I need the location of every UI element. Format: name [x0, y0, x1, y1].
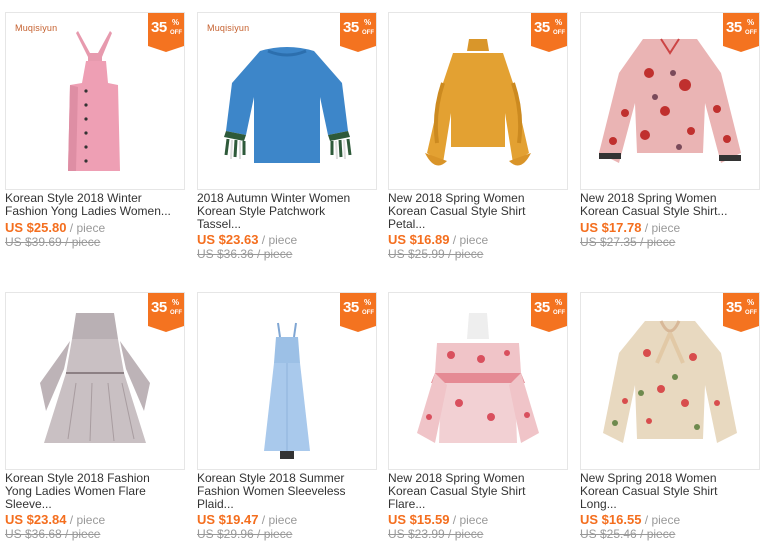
badge-tail	[723, 326, 759, 332]
discount-number: 35	[726, 299, 742, 316]
product-title-link[interactable]: New 2018 Spring Women Korean Casual Styl…	[580, 192, 766, 218]
badge-tail	[723, 46, 759, 52]
discount-percent: %	[747, 298, 755, 307]
product-image[interactable]: 35 % OFF	[5, 292, 185, 470]
discount-off: OFF	[745, 310, 757, 316]
original-price: US $36.36 / piece	[197, 247, 293, 261]
product-image[interactable]: 35 % OFF	[580, 12, 760, 190]
badge-tail	[148, 326, 184, 332]
title-line: Fashion Yong Ladies Women...	[5, 204, 171, 218]
discount-off: OFF	[170, 310, 182, 316]
discount-number: 35	[151, 299, 167, 316]
original-price: US $29.96 / piece	[197, 527, 293, 541]
discount-number: 35	[726, 19, 742, 36]
title-line: Tassel...	[197, 217, 242, 231]
discount-percent: %	[555, 298, 563, 307]
title-line: Sleeve...	[5, 497, 52, 511]
discount-off: OFF	[362, 310, 374, 316]
original-price: US $25.46 / piece	[580, 527, 676, 541]
price-amount: US $17.78	[580, 220, 642, 235]
original-price: US $23.99 / piece	[388, 527, 484, 541]
price-unit: / piece	[66, 221, 106, 235]
price-unit: / piece	[449, 513, 489, 527]
discount-badge: 35 % OFF	[531, 13, 567, 52]
discount-percent: %	[172, 298, 180, 307]
price-unit: / piece	[641, 513, 681, 527]
product-image[interactable]: Muqisiyun 35 % OFF	[5, 12, 185, 190]
discount-badge: 35 % OFF	[723, 13, 759, 52]
discount-off: OFF	[745, 30, 757, 36]
title-line: Long...	[580, 497, 617, 511]
discount-number: 35	[151, 19, 167, 36]
price-unit: / piece	[258, 513, 298, 527]
product-price: US $15.59 / piece	[388, 512, 488, 528]
original-price: US $27.35 / piece	[580, 235, 676, 249]
product-image[interactable]: Muqisiyun 35 % OFF	[197, 12, 377, 190]
product-image[interactable]: 35 % OFF	[388, 292, 568, 470]
discount-badge: 35 % OFF	[531, 293, 567, 332]
brand-label: Muqisiyun	[207, 23, 250, 33]
original-price: US $25.99 / piece	[388, 247, 484, 261]
badge-tail	[148, 46, 184, 52]
discount-percent: %	[364, 18, 372, 27]
product-title-link[interactable]: New 2018 Spring Women Korean Casual Styl…	[388, 472, 574, 511]
price-amount: US $16.89	[388, 232, 450, 247]
product-title-link[interactable]: New Spring 2018 Women Korean Casual Styl…	[580, 472, 766, 511]
discount-off: OFF	[553, 310, 565, 316]
discount-off: OFF	[553, 30, 565, 36]
title-line: Korean Casual Style Shirt...	[580, 204, 728, 218]
product-title-link[interactable]: 2018 Autumn Winter Women Korean Style Pa…	[197, 192, 383, 231]
discount-number: 35	[343, 299, 359, 316]
discount-badge: 35 % OFF	[148, 293, 184, 332]
price-amount: US $25.80	[5, 220, 67, 235]
product-price: US $23.84 / piece	[5, 512, 105, 528]
product-image[interactable]: 35 % OFF	[388, 12, 568, 190]
product-title-link[interactable]: Korean Style 2018 Fashion Yong Ladies Wo…	[5, 472, 191, 511]
product-title-link[interactable]: Korean Style 2018 Winter Fashion Yong La…	[5, 192, 191, 218]
discount-percent: %	[172, 18, 180, 27]
title-line: Plaid...	[197, 497, 234, 511]
product-title-link[interactable]: Korean Style 2018 Summer Fashion Women S…	[197, 472, 383, 511]
product-price: US $17.78 / piece	[580, 220, 680, 236]
title-line: Petal...	[388, 217, 426, 231]
discount-badge: 35 % OFF	[340, 13, 376, 52]
product-price: US $19.47 / piece	[197, 512, 297, 528]
price-amount: US $23.84	[5, 512, 67, 527]
product-title-link[interactable]: New 2018 Spring Women Korean Casual Styl…	[388, 192, 574, 231]
price-unit: / piece	[449, 233, 489, 247]
discount-badge: 35 % OFF	[340, 293, 376, 332]
badge-tail	[531, 326, 567, 332]
discount-number: 35	[343, 19, 359, 36]
product-price: US $23.63 / piece	[197, 232, 297, 248]
badge-tail	[340, 326, 376, 332]
title-line: Flare...	[388, 497, 426, 511]
original-price: US $39.69 / piece	[5, 235, 101, 249]
discount-number: 35	[534, 299, 550, 316]
price-amount: US $16.55	[580, 512, 642, 527]
price-amount: US $23.63	[197, 232, 259, 247]
product-price: US $16.55 / piece	[580, 512, 680, 528]
discount-percent: %	[747, 18, 755, 27]
discount-off: OFF	[362, 30, 374, 36]
price-unit: / piece	[66, 513, 106, 527]
product-grid: Muqisiyun 35 % OFF Korean Style 2018 Win…	[0, 0, 771, 558]
price-amount: US $15.59	[388, 512, 450, 527]
discount-off: OFF	[170, 30, 182, 36]
badge-tail	[531, 46, 567, 52]
discount-number: 35	[534, 19, 550, 36]
original-price: US $36.68 / piece	[5, 527, 101, 541]
product-image[interactable]: 35 % OFF	[580, 292, 760, 470]
discount-badge: 35 % OFF	[723, 293, 759, 332]
badge-tail	[340, 46, 376, 52]
price-amount: US $19.47	[197, 512, 259, 527]
price-unit: / piece	[258, 233, 298, 247]
price-unit: / piece	[641, 221, 681, 235]
discount-percent: %	[364, 298, 372, 307]
product-image[interactable]: 35 % OFF	[197, 292, 377, 470]
brand-label: Muqisiyun	[15, 23, 58, 33]
product-price: US $25.80 / piece	[5, 220, 105, 236]
discount-percent: %	[555, 18, 563, 27]
discount-badge: 35 % OFF	[148, 13, 184, 52]
product-price: US $16.89 / piece	[388, 232, 488, 248]
